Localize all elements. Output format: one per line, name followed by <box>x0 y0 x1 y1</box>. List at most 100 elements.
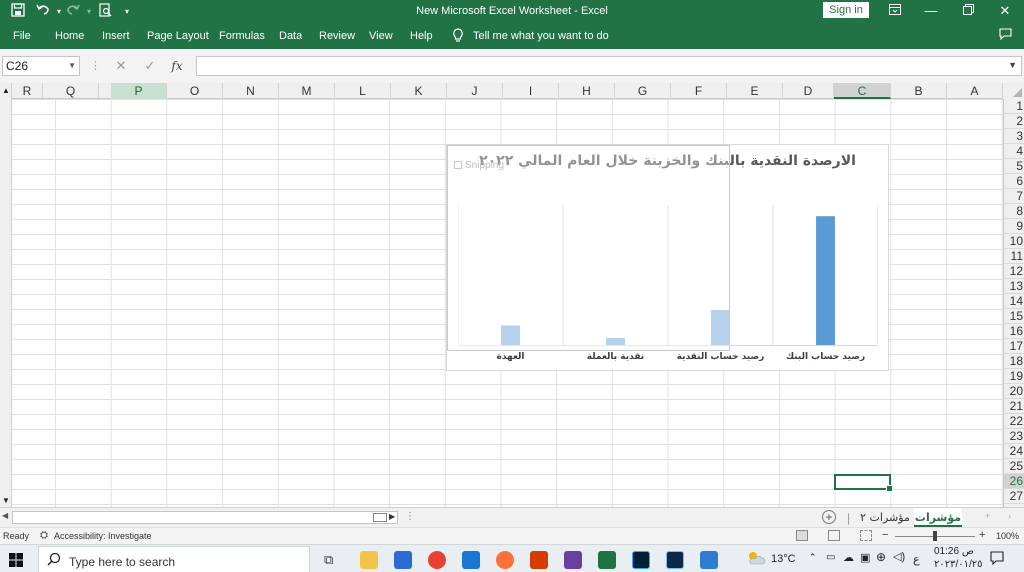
zoom-slider-thumb[interactable] <box>933 531 937 541</box>
row-header[interactable]: 7 <box>1004 189 1024 204</box>
select-all-icon[interactable] <box>1013 88 1022 97</box>
row-header[interactable]: 20 <box>1004 384 1024 399</box>
column-header[interactable]: Q <box>43 83 99 99</box>
tab-insert[interactable]: Insert <box>102 30 130 42</box>
row-header[interactable]: 15 <box>1004 309 1024 324</box>
tell-me-search[interactable]: Tell me what you want to do <box>473 30 609 42</box>
row-header[interactable]: 6 <box>1004 174 1024 189</box>
sheet-tab-active[interactable]: مؤشرات <box>914 508 962 528</box>
formula-bar-splitter[interactable]: ⋮ <box>90 59 101 72</box>
row-header[interactable]: 25 <box>1004 459 1024 474</box>
photoshop-icon[interactable] <box>632 551 650 569</box>
column-header[interactable]: J <box>447 83 503 99</box>
row-header[interactable]: 24 <box>1004 444 1024 459</box>
row-header[interactable]: 10 <box>1004 234 1024 249</box>
media-player-icon[interactable] <box>564 551 582 569</box>
horizontal-scrollbar[interactable]: ▶ <box>12 511 398 524</box>
photos-icon[interactable] <box>700 551 718 569</box>
vertical-scrollbar[interactable]: ▲ ▼ <box>0 83 12 507</box>
row-header[interactable]: 19 <box>1004 369 1024 384</box>
scroll-right-icon[interactable]: ▶ <box>389 512 395 521</box>
windows-start-icon[interactable] <box>9 553 23 570</box>
comments-icon[interactable] <box>999 28 1012 43</box>
page-layout-view-icon[interactable] <box>828 530 840 541</box>
tab-home[interactable]: Home <box>55 30 84 42</box>
column-header[interactable]: R <box>12 83 43 99</box>
cancel-icon[interactable]: ✕ <box>112 57 130 75</box>
save-icon[interactable] <box>9 3 27 21</box>
chrome-icon[interactable] <box>428 551 446 569</box>
name-box[interactable]: C26 ▼ <box>2 56 80 76</box>
clock-time[interactable]: 01:26 ص <box>934 546 974 557</box>
close-icon[interactable]: ✕ <box>990 2 1020 20</box>
scroll-down-icon[interactable]: ▼ <box>2 496 10 505</box>
weather-icon[interactable] <box>746 550 766 569</box>
row-header[interactable]: 16 <box>1004 324 1024 339</box>
tab-splitter[interactable]: ⋮ <box>405 511 415 522</box>
office-icon[interactable] <box>530 551 548 569</box>
column-header[interactable]: F <box>671 83 727 99</box>
zoom-level[interactable]: 100% <box>996 531 1019 541</box>
lightroom-icon[interactable] <box>666 551 684 569</box>
column-header[interactable]: G <box>615 83 671 99</box>
scroll-up-icon[interactable]: ▲ <box>2 86 10 95</box>
column-header[interactable]: H <box>559 83 615 99</box>
column-header[interactable]: L <box>335 83 391 99</box>
taskbar-search[interactable]: Type here to search <box>38 546 310 572</box>
column-header[interactable]: E <box>727 83 783 99</box>
column-header[interactable]: B <box>891 83 947 99</box>
chart[interactable]: الارصدة النقدية بالبنك والخزينة خلال الع… <box>446 144 889 371</box>
column-header[interactable]: N <box>223 83 279 99</box>
chevron-down-icon[interactable]: ▼ <box>68 57 76 75</box>
row-header[interactable]: 12 <box>1004 264 1024 279</box>
column-header[interactable]: M <box>279 83 335 99</box>
row-header[interactable]: 3 <box>1004 129 1024 144</box>
column-header[interactable]: K <box>391 83 447 99</box>
tray-chevron-icon[interactable]: ⌃ <box>809 552 817 563</box>
customize-qat-icon[interactable]: ▾ <box>118 3 136 21</box>
file-explorer-icon[interactable] <box>360 551 378 569</box>
row-header[interactable]: 27 <box>1004 489 1024 504</box>
column-header[interactable]: A <box>947 83 1003 99</box>
weather-temp[interactable]: 13°C <box>771 553 796 565</box>
onedrive-icon[interactable]: ☁ <box>843 551 854 564</box>
row-header[interactable]: 14 <box>1004 294 1024 309</box>
excel-taskbar-icon[interactable] <box>598 551 616 569</box>
row-header[interactable]: 18 <box>1004 354 1024 369</box>
column-header[interactable]: D <box>783 83 834 99</box>
column-header[interactable]: I <box>503 83 559 99</box>
row-header[interactable]: 17 <box>1004 339 1024 354</box>
page-break-view-icon[interactable] <box>860 530 872 541</box>
tab-view[interactable]: View <box>369 30 393 42</box>
worksheet-grid[interactable]: R Q P O N M L K J I H G F E D C B A ▲ ▼ … <box>0 83 1024 507</box>
accessibility-status[interactable]: Accessibility: Investigate <box>54 531 152 541</box>
restore-icon[interactable] <box>953 2 983 20</box>
store-icon[interactable] <box>394 551 412 569</box>
select-all-corner[interactable] <box>1003 83 1024 99</box>
column-header[interactable]: O <box>167 83 223 99</box>
active-cell[interactable] <box>834 474 893 492</box>
scroll-thumb[interactable] <box>373 513 387 522</box>
row-header[interactable]: 22 <box>1004 414 1024 429</box>
zoom-out-icon[interactable]: − <box>882 529 888 541</box>
minimize-icon[interactable]: — <box>916 2 946 20</box>
row-header[interactable]: 2 <box>1004 114 1024 129</box>
scroll-left-icon[interactable]: ◀ <box>2 511 8 520</box>
add-sheet-button[interactable]: + <box>822 510 836 524</box>
row-header[interactable]: 26 <box>1004 474 1024 489</box>
notification-icon[interactable] <box>990 551 1004 568</box>
row-header[interactable]: 21 <box>1004 399 1024 414</box>
tab-file[interactable]: File <box>13 30 31 42</box>
row-header[interactable]: 23 <box>1004 429 1024 444</box>
network-icon[interactable]: ⊕ <box>876 550 886 564</box>
enter-icon[interactable]: ✓ <box>141 57 159 75</box>
normal-view-icon[interactable] <box>796 530 808 541</box>
tab-formulas[interactable]: Formulas <box>219 30 265 42</box>
mail-icon[interactable] <box>462 551 480 569</box>
display-icon[interactable]: ▣ <box>860 551 870 564</box>
sign-in-button[interactable]: Sign in <box>823 2 869 18</box>
ribbon-display-options-icon[interactable] <box>880 2 910 20</box>
row-header[interactable]: 9 <box>1004 219 1024 234</box>
firefox-icon[interactable] <box>496 551 514 569</box>
volume-icon[interactable]: ◁) <box>893 550 905 563</box>
